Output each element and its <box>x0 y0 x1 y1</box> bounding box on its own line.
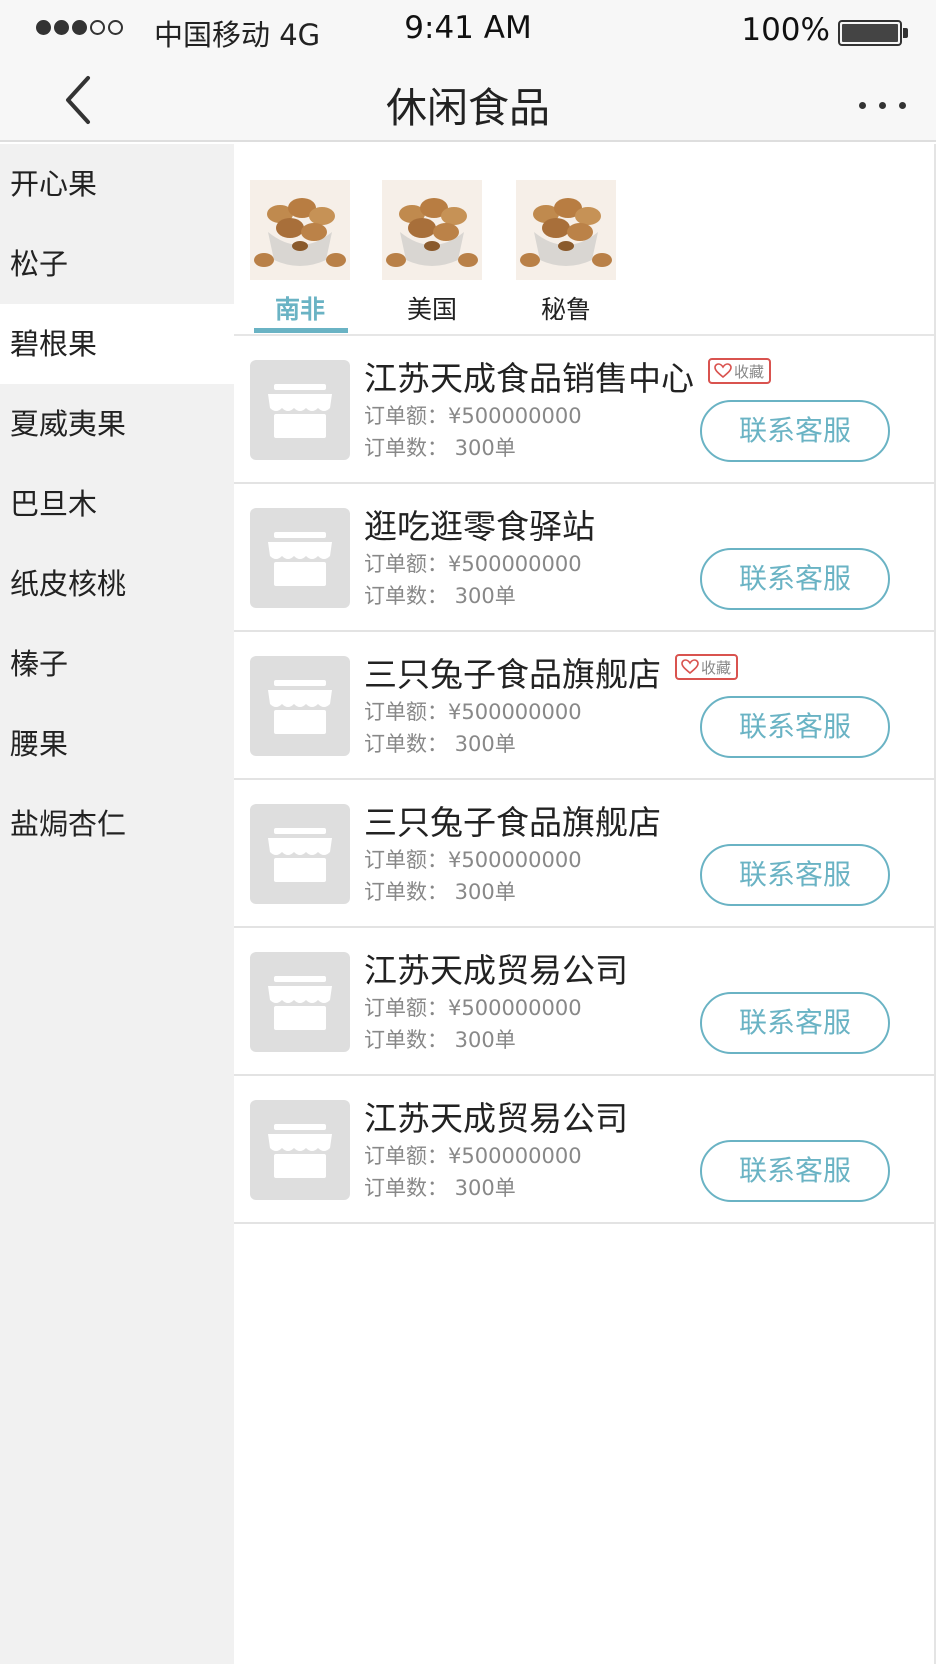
battery-icon <box>838 20 902 46</box>
sidebar-item[interactable]: 夏威夷果 <box>0 384 234 464</box>
more-dots-icon <box>859 102 866 109</box>
contact-service-button[interactable]: 联系客服 <box>700 992 890 1054</box>
favorite-badge[interactable]: 收藏 <box>708 358 772 384</box>
store-thumbnail <box>250 360 350 460</box>
origin-thumbnail <box>516 180 616 280</box>
sidebar-item[interactable]: 开心果 <box>0 144 234 224</box>
more-button[interactable] <box>859 102 906 109</box>
store-row[interactable]: 江苏天成贸易公司订单额：¥500000000 订单数： 300单 联系客服 <box>234 928 934 1076</box>
page-title: 休闲食品 <box>386 84 550 132</box>
favorite-label: 收藏 <box>701 658 732 677</box>
store-thumbnail <box>250 508 350 608</box>
sidebar-item[interactable]: 纸皮核桃 <box>0 544 234 624</box>
battery-percentage: 100% <box>741 12 830 48</box>
store-row[interactable]: 三只兔子食品旗舰店 收藏订单额：¥500000000 订单数： 300单 联系客服 <box>234 632 934 780</box>
origin-tab[interactable]: 南非 <box>248 180 352 326</box>
navigation-bar: 休闲食品 <box>0 58 936 142</box>
status-bar: 中国移动 4G 9:41 AM 100% <box>0 0 936 58</box>
order-count: 订单数： 300单 <box>364 584 516 608</box>
sidebar-item[interactable]: 腰果 <box>0 704 234 784</box>
order-amount: 订单额：¥500000000 <box>364 552 582 576</box>
store-name: 江苏天成贸易公司 <box>364 951 628 990</box>
store-name: 江苏天成贸易公司 <box>364 1099 628 1138</box>
store-icon <box>268 532 332 586</box>
store-icon <box>268 976 332 1030</box>
origin-tab[interactable]: 美国 <box>380 180 484 326</box>
store-thumbnail <box>250 656 350 756</box>
store-thumbnail <box>250 1100 350 1200</box>
order-count: 订单数： 300单 <box>364 732 516 756</box>
store-name: 江苏天成食品销售中心 <box>364 359 694 398</box>
origin-thumbnail <box>250 180 350 280</box>
sidebar-item[interactable]: 榛子 <box>0 624 234 704</box>
store-name: 三只兔子食品旗舰店 <box>364 655 661 694</box>
battery-nub <box>903 28 908 38</box>
origin-tab[interactable]: 秘鲁 <box>514 180 618 326</box>
store-thumbnail <box>250 952 350 1052</box>
sidebar-item[interactable]: 松子 <box>0 224 234 304</box>
favorite-label: 收藏 <box>734 362 765 381</box>
sidebar-item[interactable]: 碧根果 <box>0 304 234 384</box>
store-thumbnail <box>250 804 350 904</box>
store-row[interactable]: 江苏天成食品销售中心 收藏订单额：¥500000000 订单数： 300单 联系客服 <box>234 336 934 484</box>
origin-tab-label: 秘鲁 <box>540 295 591 324</box>
store-icon <box>268 828 332 882</box>
order-count: 订单数： 300单 <box>364 1028 516 1052</box>
order-amount: 订单额：¥500000000 <box>364 996 582 1020</box>
order-count: 订单数： 300单 <box>364 1176 516 1200</box>
contact-service-button[interactable]: 联系客服 <box>700 844 890 906</box>
order-amount: 订单额：¥500000000 <box>364 700 582 724</box>
order-amount: 订单额：¥500000000 <box>364 404 582 428</box>
origin-thumbnail <box>382 180 482 280</box>
store-icon <box>268 680 332 734</box>
sidebar-item[interactable]: 巴旦木 <box>0 464 234 544</box>
store-icon <box>268 1124 332 1178</box>
order-amount: 订单额：¥500000000 <box>364 848 582 872</box>
active-tab-indicator <box>254 328 348 333</box>
store-row[interactable]: 逛吃逛零食驿站订单额：¥500000000 订单数： 300单 联系客服 <box>234 484 934 632</box>
contact-service-button[interactable]: 联系客服 <box>700 696 890 758</box>
store-name: 三只兔子食品旗舰店 <box>364 803 661 842</box>
order-count: 订单数： 300单 <box>364 436 516 460</box>
contact-service-button[interactable]: 联系客服 <box>700 400 890 462</box>
category-sidebar: 开心果 松子 碧根果 夏威夷果 巴旦木 纸皮核桃 榛子 腰果 盐焗杏仁 <box>0 144 234 1664</box>
store-row[interactable]: 江苏天成贸易公司订单额：¥500000000 订单数： 300单 联系客服 <box>234 1076 934 1224</box>
main-content: 南非 美国 秘鲁 江苏天成食品销售中心 收藏 订单额：¥500000000 订单数： 30… <box>234 144 936 1664</box>
store-row[interactable]: 三只兔子食品旗舰店订单额：¥500000000 订单数： 300单 联系客服 <box>234 780 934 928</box>
store-list: 江苏天成食品销售中心 收藏 订单额：¥500000000 订单数： 300单 联系客服逛… <box>234 336 934 1224</box>
order-count: 订单数： 300单 <box>364 880 516 904</box>
heart-icon <box>681 659 699 675</box>
heart-icon <box>714 363 732 379</box>
store-icon <box>268 384 332 438</box>
origin-tab-label: 南非 <box>274 295 325 324</box>
favorite-badge[interactable]: 收藏 <box>675 654 739 680</box>
origin-tab-label: 美国 <box>406 295 457 324</box>
store-name: 逛吃逛零食驿站 <box>364 507 595 546</box>
sidebar-item[interactable]: 盐焗杏仁 <box>0 784 234 864</box>
origin-tabs: 南非 美国 秘鲁 <box>234 144 934 336</box>
order-amount: 订单额：¥500000000 <box>364 1144 582 1168</box>
contact-service-button[interactable]: 联系客服 <box>700 548 890 610</box>
contact-service-button[interactable]: 联系客服 <box>700 1140 890 1202</box>
